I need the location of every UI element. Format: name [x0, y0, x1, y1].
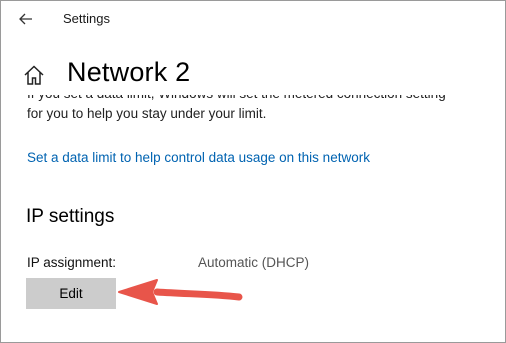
description-line-2: for you to help you stay under your limi… — [27, 106, 267, 121]
ip-assignment-label: IP assignment: — [27, 255, 117, 270]
title-bar: Settings — [1, 1, 505, 37]
settings-window: Settings Network 2 If you set a data lim… — [0, 0, 506, 343]
app-title: Settings — [63, 11, 110, 26]
home-button[interactable] — [23, 64, 47, 88]
back-arrow-icon — [19, 13, 32, 25]
data-limit-description: If you set a data limit, Windows will se… — [1, 95, 505, 135]
edit-button[interactable]: Edit — [26, 278, 116, 309]
set-data-limit-link[interactable]: Set a data limit to help control data us… — [27, 150, 370, 165]
back-button[interactable] — [13, 8, 39, 30]
ip-assignment-value: Automatic (DHCP) — [198, 255, 310, 270]
ip-settings-heading: IP settings — [26, 206, 115, 227]
description-line-1: If you set a data limit, Windows will se… — [27, 95, 497, 104]
home-icon — [24, 65, 44, 85]
page-title: Network 2 — [67, 57, 191, 87]
red-arrow-annotation — [118, 279, 243, 305]
